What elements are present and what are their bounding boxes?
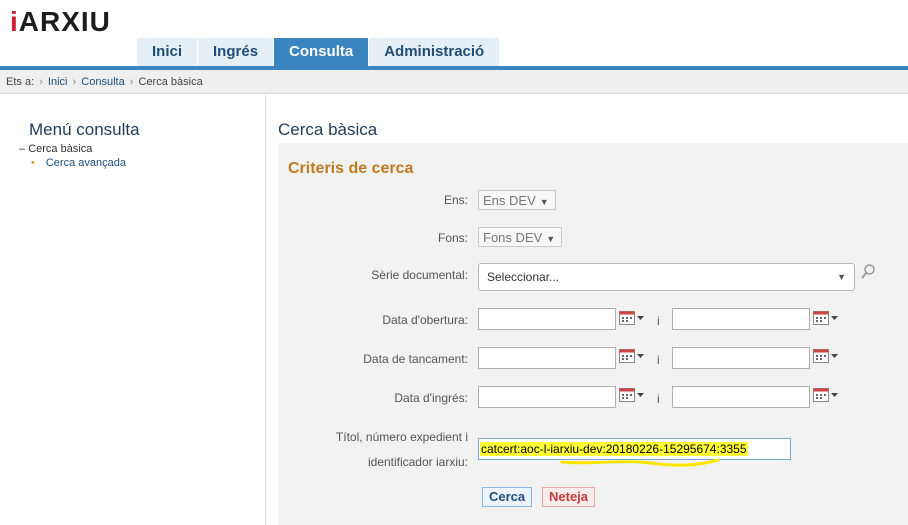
fons-select[interactable]: Fons DEV ▼	[478, 227, 562, 247]
fons-select-value: Fons DEV	[483, 230, 543, 245]
page-title: Cerca bàsica	[278, 120, 378, 139]
data-tancament-from-input[interactable]	[478, 347, 616, 369]
tab-ingres[interactable]: Ingrés	[198, 38, 275, 66]
serie-select-value: Seleccionar...	[487, 270, 560, 284]
chevron-down-icon: ▼	[539, 197, 549, 207]
highlight-scribble	[560, 458, 720, 467]
range-separator: i	[657, 353, 660, 367]
breadcrumb-current: Cerca bàsica	[138, 76, 203, 88]
chevron-down-icon: ▼	[546, 234, 556, 244]
sidebar-item-label: Cerca avançada	[45, 157, 126, 169]
main-nav: Inici Ingrés Consulta Administració	[137, 38, 501, 66]
data-obertura-from-input[interactable]	[478, 308, 616, 330]
ens-label: Ens:	[443, 193, 468, 207]
titol-label-line2: identificador iarxiu:	[367, 455, 468, 469]
breadcrumb-inici[interactable]: Inici	[48, 76, 68, 88]
sidebar-item-cerca-avancada[interactable]: • Cerca avançada	[31, 157, 126, 169]
breadcrumb-separator: ›	[129, 76, 134, 88]
logo-text: ARXIU	[18, 6, 111, 37]
bullet-icon: •	[31, 157, 35, 169]
breadcrumb-separator: ›	[72, 76, 77, 88]
serie-label: Sèrie documental:	[371, 268, 468, 282]
data-tancament-to-input[interactable]	[672, 347, 810, 369]
titol-input-value: catcert:aoc-l-iarxiu-dev:20180226-152956…	[480, 442, 748, 456]
clear-button[interactable]: Neteja	[542, 487, 596, 507]
sidebar-divider	[265, 95, 266, 525]
ens-select[interactable]: Ens DEV ▼	[478, 190, 556, 210]
logo-letter-i: i	[10, 6, 19, 37]
tab-inici[interactable]: Inici	[137, 38, 199, 66]
data-ingres-to-input[interactable]	[672, 386, 810, 408]
range-separator: i	[657, 314, 660, 328]
data-ingres-from-input[interactable]	[478, 386, 616, 408]
tab-consulta[interactable]: Consulta	[274, 38, 370, 66]
breadcrumb-prefix: Ets a:	[6, 76, 35, 88]
breadcrumb: Ets a: › Inici › Consulta › Cerca bàsica	[0, 70, 908, 94]
data-ingres-label: Data d'ingrés:	[394, 391, 468, 405]
chevron-down-icon: ▼	[837, 272, 846, 282]
calendar-icon[interactable]	[813, 388, 839, 402]
data-obertura-label: Data d'obertura:	[382, 313, 468, 327]
sidebar-item-marker: –	[19, 143, 26, 155]
breadcrumb-consulta[interactable]: Consulta	[81, 76, 124, 88]
fons-label: Fons:	[437, 231, 468, 245]
search-icon[interactable]	[860, 263, 876, 281]
calendar-icon[interactable]	[619, 311, 645, 325]
range-separator: i	[657, 392, 660, 406]
sidebar-title: Menú consulta	[29, 120, 140, 139]
breadcrumb-separator: ›	[39, 76, 43, 88]
app-logo: iARXIU	[10, 6, 111, 38]
ens-select-value: Ens DEV	[483, 193, 536, 208]
sidebar-item-label: Cerca bàsica	[28, 143, 93, 155]
calendar-icon[interactable]	[619, 349, 645, 363]
calendar-icon[interactable]	[813, 311, 839, 325]
section-title: Criteris de cerca	[288, 160, 414, 177]
titol-label-line1: Títol, número expedient i	[335, 430, 468, 444]
data-obertura-to-input[interactable]	[672, 308, 810, 330]
tab-administracio[interactable]: Administració	[369, 38, 501, 66]
sidebar-item-cerca-basica[interactable]: – Cerca bàsica	[19, 143, 92, 155]
calendar-icon[interactable]	[619, 388, 645, 402]
serie-select[interactable]: Seleccionar... ▼	[478, 263, 855, 291]
data-tancament-label: Data de tancament:	[363, 352, 468, 366]
calendar-icon[interactable]	[813, 349, 839, 363]
search-button[interactable]: Cerca	[482, 487, 533, 507]
